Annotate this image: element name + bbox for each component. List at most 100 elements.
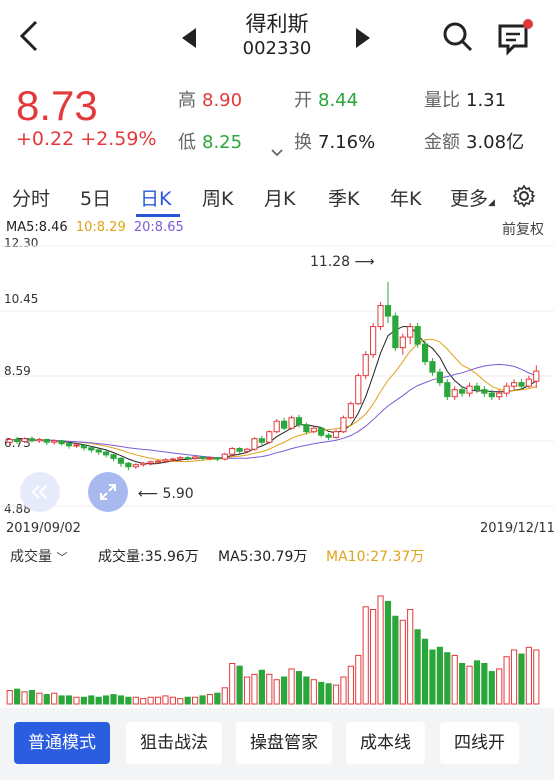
fullscreen-button[interactable] xyxy=(88,472,128,512)
volume-chart[interactable] xyxy=(0,570,554,706)
candle-body xyxy=(199,456,206,459)
tab-weekly-k[interactable]: 周K xyxy=(202,184,233,211)
candle-body xyxy=(384,305,392,317)
candle-body xyxy=(80,444,87,449)
candle-body xyxy=(214,457,221,460)
candle-body xyxy=(251,438,258,450)
candle-body xyxy=(355,375,362,405)
candle xyxy=(414,323,421,348)
candle xyxy=(236,447,243,454)
volume-bar xyxy=(229,663,236,705)
candle xyxy=(362,351,369,380)
candle xyxy=(65,442,73,449)
expand-chevron-icon[interactable] xyxy=(270,148,284,158)
candle-body xyxy=(510,382,518,387)
last-price: 8.73 xyxy=(16,82,98,129)
volume-bar xyxy=(481,663,488,705)
tab-quarterly-k[interactable]: 季K xyxy=(328,184,359,211)
candle xyxy=(43,438,50,446)
candle xyxy=(332,429,340,439)
sniper-strategy-button[interactable]: 狙击战法 xyxy=(126,722,222,764)
selector-chevron-icon: ﹀ xyxy=(56,551,68,564)
max-value: 11.28 xyxy=(310,254,351,270)
tab-monthly-k[interactable]: 月K xyxy=(264,184,295,211)
search-icon[interactable] xyxy=(441,20,475,54)
volume-bar xyxy=(65,695,73,705)
candle xyxy=(444,379,451,401)
message-icon[interactable] xyxy=(496,18,534,56)
candle-body xyxy=(444,382,451,398)
candlestick-chart[interactable] xyxy=(0,236,554,526)
candle xyxy=(421,340,429,366)
candle-body xyxy=(503,385,510,394)
stock-name: 得利斯 xyxy=(245,12,309,36)
candle-body xyxy=(281,420,288,429)
volume-ma10: MA10:27.37万 xyxy=(326,549,425,565)
candle xyxy=(466,382,473,397)
candle xyxy=(88,446,95,453)
candle xyxy=(6,438,13,446)
candle-body xyxy=(370,326,377,356)
candle-body xyxy=(266,431,273,443)
candle-body xyxy=(399,336,406,349)
volume-bar xyxy=(407,609,414,705)
candle-body xyxy=(147,461,154,464)
candle-body xyxy=(192,456,199,459)
tab-5day[interactable]: 5日 xyxy=(80,184,111,211)
volume-bar xyxy=(43,694,50,705)
settings-gear-icon[interactable] xyxy=(512,184,536,208)
candle-body xyxy=(325,434,332,438)
volume-bar xyxy=(525,646,532,705)
volume-bar xyxy=(140,698,147,705)
volume-bar xyxy=(332,684,340,705)
tab-minute[interactable]: 分时 xyxy=(12,184,50,211)
candle-body xyxy=(169,458,176,461)
volume-bar xyxy=(281,676,288,705)
volume-bar xyxy=(199,695,206,705)
volume-bar xyxy=(362,606,369,705)
quote-panel: 8.73 +0.22 +2.59% 高 8.90 低 8.25 开 8.44 换 7.1… xyxy=(0,74,554,174)
volume-bar xyxy=(533,649,540,705)
collapse-button[interactable] xyxy=(20,472,60,512)
volume-bar xyxy=(303,676,310,705)
trade-manager-button[interactable]: 操盘管家 xyxy=(236,722,332,764)
volume-bar xyxy=(177,698,184,705)
tab-daily-k[interactable]: 日K xyxy=(140,184,171,211)
next-stock-icon[interactable] xyxy=(352,24,374,52)
candle xyxy=(80,444,87,451)
candle xyxy=(36,438,43,443)
candle-body xyxy=(533,370,540,382)
volume-bar xyxy=(347,665,354,705)
volume-bar xyxy=(399,619,406,705)
candle xyxy=(377,302,384,331)
volume-selector[interactable]: 成交量 ﹀ xyxy=(10,546,67,566)
four-line-button[interactable]: 四线开 xyxy=(440,722,519,764)
volume-bar xyxy=(258,669,265,705)
candle xyxy=(95,448,102,455)
candle-body xyxy=(303,424,310,433)
candle xyxy=(473,382,481,394)
volume-bar xyxy=(429,649,436,705)
candle xyxy=(258,435,265,446)
candle-body xyxy=(429,361,436,373)
expand-icon xyxy=(100,484,116,500)
tab-yearly-k[interactable]: 年K xyxy=(390,184,421,211)
candle-body xyxy=(295,417,303,426)
tab-more[interactable]: 更多◢ xyxy=(450,184,495,211)
candle-body xyxy=(377,305,384,328)
volume-ma5: MA5:30.79万 xyxy=(218,549,308,565)
normal-mode-button[interactable]: 普通模式 xyxy=(14,722,110,764)
prev-stock-icon[interactable] xyxy=(178,24,200,52)
candle-body xyxy=(43,438,50,443)
amount-value: 3.08亿 xyxy=(466,132,525,153)
candle xyxy=(436,368,443,387)
volume-bar xyxy=(192,696,199,705)
volume-bar xyxy=(377,595,384,705)
volume-bar xyxy=(154,696,162,705)
candle xyxy=(58,440,65,446)
candle-body xyxy=(436,371,443,384)
volume-bar xyxy=(414,629,421,705)
back-arrow-icon[interactable] xyxy=(14,18,46,54)
cost-line-button[interactable]: 成本线 xyxy=(346,722,425,764)
candle xyxy=(288,415,295,430)
